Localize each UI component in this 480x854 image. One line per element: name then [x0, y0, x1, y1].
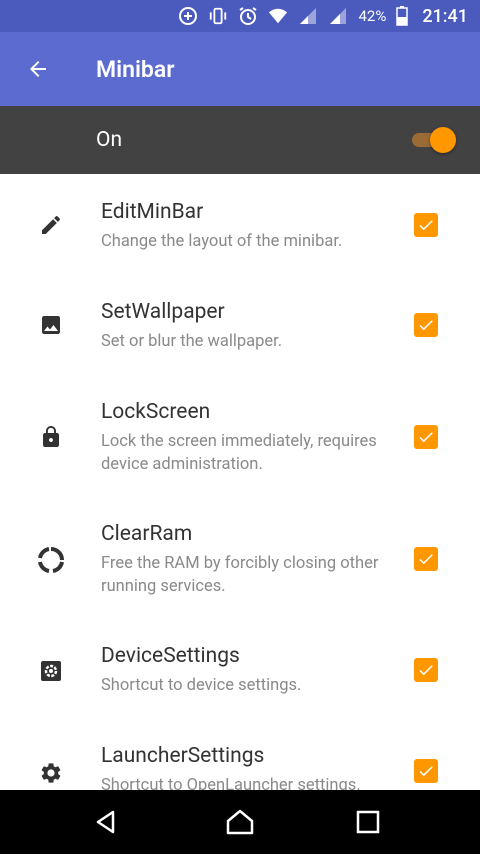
alarm-icon — [238, 6, 258, 26]
nav-recents-button[interactable] — [328, 790, 408, 854]
item-summary: Shortcut to OpenLauncher settings. — [101, 776, 361, 790]
battery-percent: 42% — [358, 7, 387, 25]
list-item[interactable]: ClearRam Free the RAM by forcibly closin… — [0, 496, 480, 618]
item-checkbox[interactable] — [414, 759, 438, 783]
item-title: SetWallpaper — [101, 300, 225, 324]
preference-list: EditMinBar Change the layout of the mini… — [0, 174, 480, 790]
item-summary: Lock the screen immediately, requires de… — [101, 432, 377, 474]
master-switch[interactable] — [408, 126, 456, 154]
item-checkbox[interactable] — [414, 213, 438, 237]
signal-icon — [328, 6, 348, 26]
item-title: EditMinBar — [101, 200, 204, 224]
item-title: LauncherSettings — [101, 744, 265, 768]
arrow-left-icon — [30, 61, 46, 77]
status-bar: 42% 21:41 — [0, 0, 480, 32]
gear-icon — [38, 760, 64, 786]
app-bar: Minibar — [0, 32, 480, 106]
lock-icon — [38, 424, 64, 450]
battery-icon — [396, 6, 409, 26]
back-button[interactable] — [0, 32, 76, 106]
recents-icon — [356, 810, 380, 834]
page-title: Minibar — [96, 55, 175, 83]
back-icon — [96, 810, 115, 834]
item-title: ClearRam — [101, 522, 193, 546]
item-checkbox[interactable] — [414, 313, 438, 337]
item-summary: Free the RAM by forcibly closing other r… — [101, 554, 379, 596]
item-checkbox[interactable] — [414, 547, 438, 571]
list-item[interactable]: SetWallpaper Set or blur the wallpaper. — [0, 274, 480, 374]
list-item[interactable]: DeviceSettings Shortcut to device settin… — [0, 618, 480, 718]
list-item[interactable]: LockScreen Lock the screen immediately, … — [0, 374, 480, 496]
item-summary: Shortcut to device settings. — [101, 676, 302, 695]
master-switch-label: On — [96, 128, 123, 152]
data-saver-icon — [178, 6, 198, 26]
switch-thumb — [430, 127, 456, 153]
pencil-icon — [38, 212, 64, 238]
image-icon — [38, 312, 64, 338]
master-switch-bar[interactable]: On — [0, 106, 480, 174]
navigation-bar — [0, 790, 480, 854]
item-checkbox[interactable] — [414, 425, 438, 449]
circle-arrows-icon — [38, 547, 64, 573]
signal-icon — [298, 6, 318, 26]
item-title: DeviceSettings — [101, 644, 240, 668]
item-summary: Set or blur the wallpaper. — [101, 332, 283, 351]
item-checkbox[interactable] — [414, 658, 438, 682]
home-icon — [226, 809, 254, 835]
vibrate-icon — [208, 6, 228, 26]
list-item[interactable]: EditMinBar Change the layout of the mini… — [0, 174, 480, 274]
nav-back-button[interactable] — [66, 790, 146, 854]
list-item[interactable]: LauncherSettings Shortcut to OpenLaunche… — [0, 718, 480, 790]
settings-box-icon — [38, 658, 64, 684]
item-title: LockScreen — [101, 400, 211, 424]
nav-home-button[interactable] — [200, 790, 280, 854]
wifi-icon — [268, 6, 288, 26]
status-time: 21:41 — [422, 5, 468, 27]
item-summary: Change the layout of the minibar. — [101, 232, 343, 251]
